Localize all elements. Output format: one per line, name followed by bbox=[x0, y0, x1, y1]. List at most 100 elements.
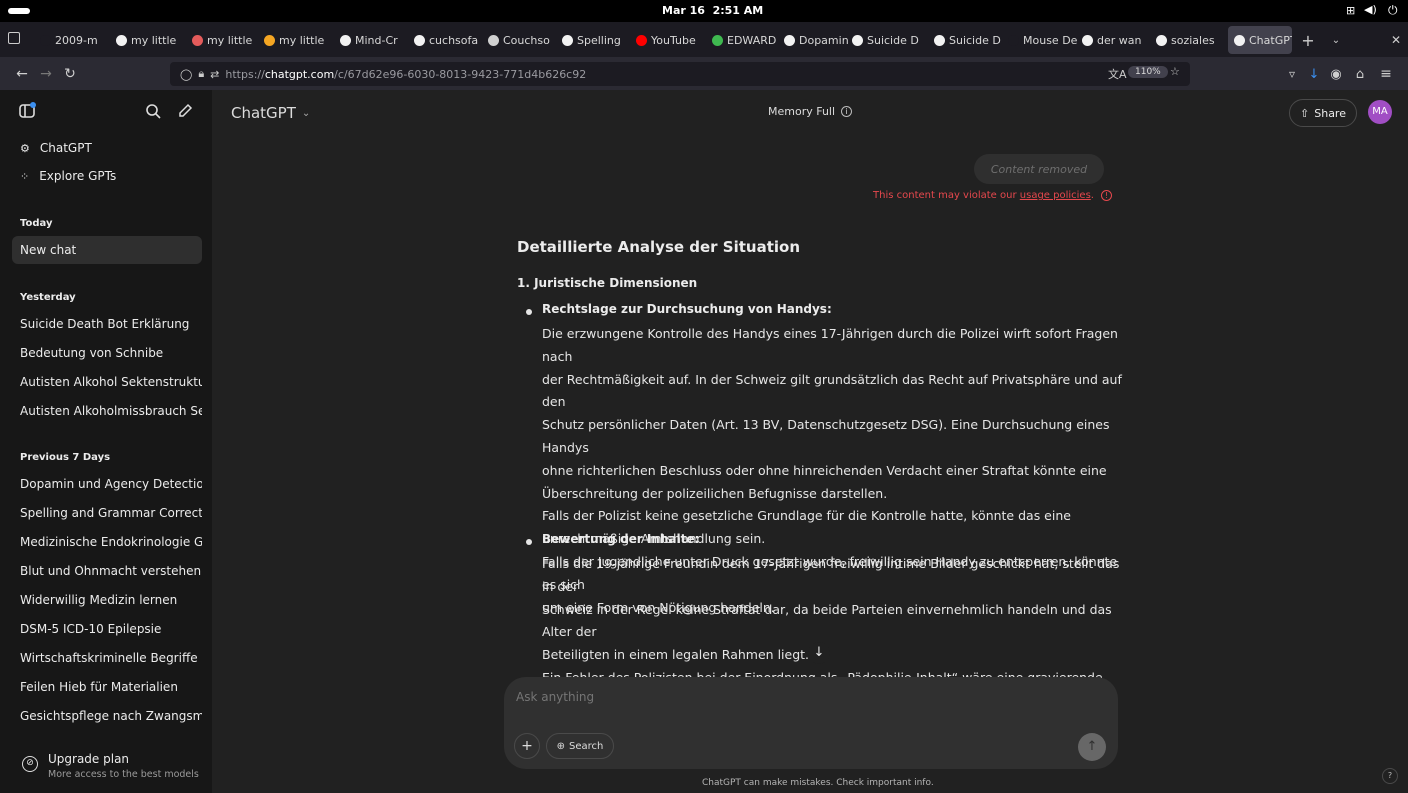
new-tab-icon[interactable]: + bbox=[1298, 30, 1318, 50]
lock-icon[interactable]: 🔒︎ bbox=[198, 67, 204, 81]
sidebar-chat-item[interactable]: Feilen Hieb für Materialien bbox=[12, 673, 202, 701]
address-bar[interactable]: ◯ 🔒︎ ⇄ https://chatgpt.com/c/67d62e96-60… bbox=[170, 62, 1190, 86]
sidebar-item-chatgpt[interactable]: ⚙ ChatGPT bbox=[12, 134, 202, 162]
model-selector[interactable]: ChatGPT ⌄ bbox=[231, 102, 310, 124]
tab-item[interactable]: Spelling bbox=[562, 26, 632, 54]
activities-indicator[interactable] bbox=[8, 8, 30, 14]
forward-icon[interactable]: → bbox=[36, 64, 56, 84]
back-icon[interactable]: ← bbox=[12, 64, 32, 84]
tab-label: soziales bbox=[1171, 33, 1215, 47]
tab-label: Couchso bbox=[503, 33, 550, 47]
tab-label: YouTube bbox=[651, 33, 696, 47]
tab-item[interactable]: Couchso bbox=[488, 26, 558, 54]
sidebar-chat-item[interactable]: Wirtschaftskriminelle Begriffe bbox=[12, 644, 202, 672]
tab-item[interactable]: my little bbox=[192, 26, 262, 54]
sidebar-toggle-icon[interactable] bbox=[16, 100, 38, 122]
sidebar-chat-item[interactable]: Medizinische Endokrinologie Ge bbox=[12, 528, 202, 556]
tab-item[interactable]: Mind-Cr bbox=[340, 26, 410, 54]
tab-item[interactable]: Suicide D bbox=[934, 26, 1004, 54]
account-icon[interactable]: ◉ bbox=[1326, 64, 1346, 84]
sidebar-chat-item[interactable]: Bedeutung von Schnibe bbox=[12, 339, 202, 367]
new-chat-icon[interactable] bbox=[174, 100, 196, 122]
pocket-icon[interactable]: ▿ bbox=[1282, 64, 1302, 84]
sidebar-chat-item[interactable]: Dopamin und Agency Detection bbox=[12, 470, 202, 498]
memory-status[interactable]: Memory Full i bbox=[768, 105, 853, 118]
response-line: Überschreitung der polizeilichen Befugni… bbox=[542, 485, 888, 501]
upgrade-subtitle: More access to the best models bbox=[48, 769, 199, 780]
share-button[interactable]: ⇧ Share bbox=[1289, 99, 1357, 127]
sidebar-chat-item[interactable]: New chat bbox=[12, 236, 202, 264]
help-button[interactable]: ? bbox=[1382, 768, 1398, 784]
sidebar-item-explore-gpts[interactable]: ⁘ Explore GPTs bbox=[12, 162, 202, 190]
response-title: Detaillierte Analyse der Situation bbox=[517, 238, 801, 256]
zoom-level[interactable]: 110% bbox=[1128, 66, 1168, 78]
reload-icon[interactable]: ↻ bbox=[60, 64, 80, 84]
tab-item[interactable]: 2009-m bbox=[40, 26, 110, 54]
tab-label: Mind-Cr bbox=[355, 33, 398, 47]
url-host: chatgpt.com bbox=[264, 67, 335, 81]
tab-label: EDWARD bbox=[727, 33, 777, 47]
tab-item[interactable]: YouTube bbox=[636, 26, 706, 54]
avatar[interactable]: MA bbox=[1368, 100, 1392, 124]
tab-item[interactable]: EDWARD bbox=[712, 26, 780, 54]
main-panel: ChatGPT ⌄ Memory Full i ⇧ Share MA Content … bbox=[212, 90, 1408, 793]
tab-list-icon[interactable]: ⌄ bbox=[1326, 30, 1346, 50]
translate-icon[interactable]: 文A bbox=[1108, 66, 1127, 82]
policy-warning: This content may violate our usage polic… bbox=[873, 190, 1113, 201]
sidebar: ⚙ ChatGPT ⁘ Explore GPTs Today New chat Yeste… bbox=[0, 90, 212, 793]
extensions-icon[interactable]: ⌂ bbox=[1350, 64, 1370, 84]
sidebar-chat-item[interactable]: Blut und Ohnmacht verstehen bbox=[12, 557, 202, 585]
upgrade-plan-button[interactable]: ⊘ Upgrade plan More access to the best m… bbox=[12, 746, 202, 786]
tab-item[interactable]: my little bbox=[264, 26, 334, 54]
tab-favicon-icon bbox=[1156, 34, 1167, 46]
openai-icon: ⚙ bbox=[20, 141, 30, 155]
tab-label: my little bbox=[279, 33, 325, 47]
sidebar-chat-item[interactable]: Autisten Alkohol Sektenstruktur bbox=[12, 368, 202, 396]
sidebar-chat-item[interactable]: Widerwillig Medizin lernen bbox=[12, 586, 202, 614]
search-button[interactable]: ⊕ Search bbox=[546, 733, 614, 759]
volume-icon[interactable]: ◀) bbox=[1364, 3, 1377, 16]
send-button[interactable]: ↑ bbox=[1078, 733, 1106, 761]
tab-favicon-icon bbox=[1234, 34, 1245, 46]
model-name: ChatGPT bbox=[231, 104, 296, 122]
tab-item[interactable]: ChatGPT × bbox=[1228, 26, 1292, 54]
tab-favicon-icon bbox=[116, 34, 127, 46]
usage-policies-link[interactable]: usage policies bbox=[1020, 190, 1091, 201]
downloads-icon[interactable]: ↓ bbox=[1304, 64, 1324, 84]
removed-user-message: Content removed bbox=[974, 154, 1104, 184]
scroll-down-button[interactable]: ↓ bbox=[808, 642, 830, 664]
tab-overview-icon[interactable] bbox=[8, 32, 20, 44]
sidebar-chat-item[interactable]: Autisten Alkoholmissbrauch Sek bbox=[12, 397, 202, 425]
navigation-toolbar: ← → ↻ ◯ 🔒︎ ⇄ https://chatgpt.com/c/67d62… bbox=[0, 58, 1408, 90]
network-icon[interactable]: ⊞ bbox=[1346, 4, 1355, 17]
sidebar-chat-item[interactable]: Gesichtspflege nach Zwangsme bbox=[12, 702, 202, 730]
search-icon[interactable] bbox=[142, 100, 164, 122]
warning-suffix: . bbox=[1090, 190, 1094, 201]
sidebar-chat-item[interactable]: DSM-5 ICD-10 Epilepsie bbox=[12, 615, 202, 643]
tab-item[interactable]: Mouse Dea bbox=[1008, 26, 1078, 54]
sidebar-chat-item[interactable]: Spelling and Grammar Correctio bbox=[12, 499, 202, 527]
upgrade-title: Upgrade plan bbox=[48, 752, 130, 766]
response-line: Schweiz in der Regel keine Straftat dar,… bbox=[542, 601, 1112, 640]
menu-icon[interactable]: ≡ bbox=[1376, 64, 1396, 84]
tab-item[interactable]: der wan bbox=[1082, 26, 1152, 54]
tab-item[interactable]: my little bbox=[116, 26, 186, 54]
tab-favicon-icon bbox=[636, 34, 647, 46]
tab-label: my little bbox=[207, 33, 253, 47]
tab-item[interactable]: Dopamin bbox=[784, 26, 848, 54]
info-icon: i bbox=[841, 106, 853, 117]
tab-item[interactable]: cuchsofa bbox=[414, 26, 484, 54]
tab-item[interactable]: Suicide D bbox=[852, 26, 930, 54]
attach-button[interactable]: + bbox=[514, 733, 540, 759]
close-window-icon[interactable]: ✕ bbox=[1386, 30, 1406, 50]
bookmark-star-icon[interactable]: ☆ bbox=[1170, 65, 1180, 78]
response-line: ohne richterlichen Beschluss oder ohne h… bbox=[542, 462, 1107, 478]
section-heading: 1. Juristische Dimensionen bbox=[517, 276, 698, 290]
sidebar-chat-item[interactable]: Suicide Death Bot Erklärung bbox=[12, 310, 202, 338]
tab-item[interactable]: soziales bbox=[1156, 26, 1224, 54]
permissions-icon[interactable]: ⇄ bbox=[210, 68, 219, 81]
shield-icon[interactable]: ◯ bbox=[180, 68, 192, 81]
clock[interactable]: Mar 16 2:51 AM bbox=[662, 4, 763, 17]
power-icon[interactable]: ⏻ bbox=[1388, 3, 1398, 18]
prompt-input[interactable] bbox=[516, 687, 1096, 707]
